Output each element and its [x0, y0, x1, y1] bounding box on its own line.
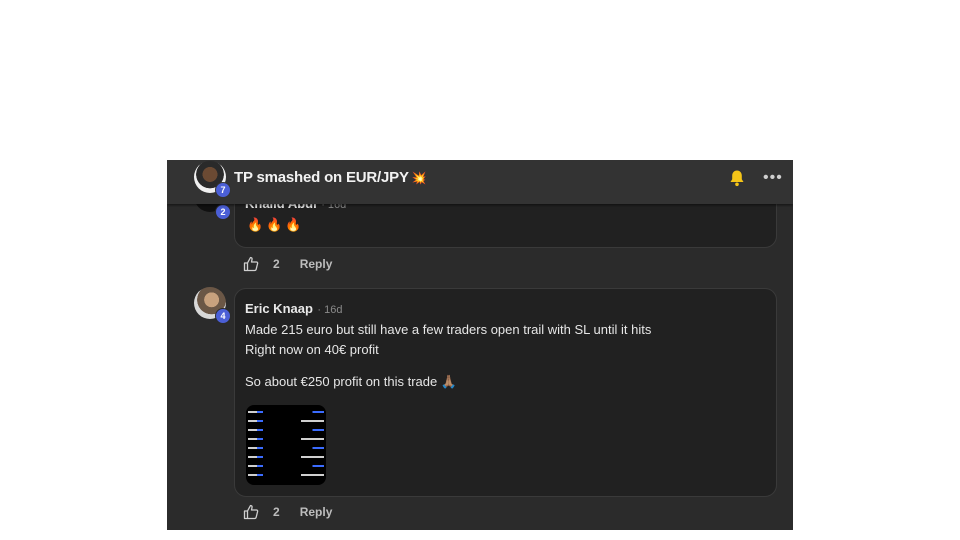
comment-line: Made 215 euro but still have a few trade…	[245, 322, 652, 337]
comment-time: · 16d	[317, 304, 343, 316]
trade-screenshot-thumbnail[interactable]	[246, 405, 326, 485]
author-level-badge: 7	[215, 182, 231, 198]
like-count: 2	[273, 257, 280, 271]
like-icon[interactable]	[243, 256, 259, 272]
more-icon[interactable]: •••	[763, 169, 783, 187]
comment-body: 🔥🔥🔥	[247, 217, 305, 232]
comment-line: So about €250 profit on this trade 🙏🏽	[245, 374, 458, 389]
reply-button[interactable]: Reply	[300, 257, 333, 271]
post-title-text: TP smashed on EUR/JPY	[234, 169, 409, 186]
level-badge: 4	[215, 308, 231, 324]
like-icon[interactable]	[243, 504, 259, 520]
comment-author[interactable]: Eric Knaap	[245, 301, 313, 316]
post-header: 7 TP smashed on EUR/JPY 💥 •••	[167, 160, 793, 204]
like-count: 2	[273, 505, 280, 519]
comment-actions: 2 Reply	[243, 254, 332, 274]
reply-button[interactable]: Reply	[300, 505, 333, 519]
level-badge: 2	[215, 204, 231, 220]
post-panel: 2 Khalid Abdi · 16d 🔥🔥🔥 2 Reply 4 Eric K…	[167, 160, 793, 530]
comment-line: Right now on 40€ profit	[245, 342, 379, 357]
comment-actions: 2 Reply	[243, 502, 332, 522]
bell-icon[interactable]	[729, 169, 745, 187]
post-title: TP smashed on EUR/JPY 💥	[234, 169, 427, 186]
post-title-emoji: 💥	[411, 171, 427, 185]
